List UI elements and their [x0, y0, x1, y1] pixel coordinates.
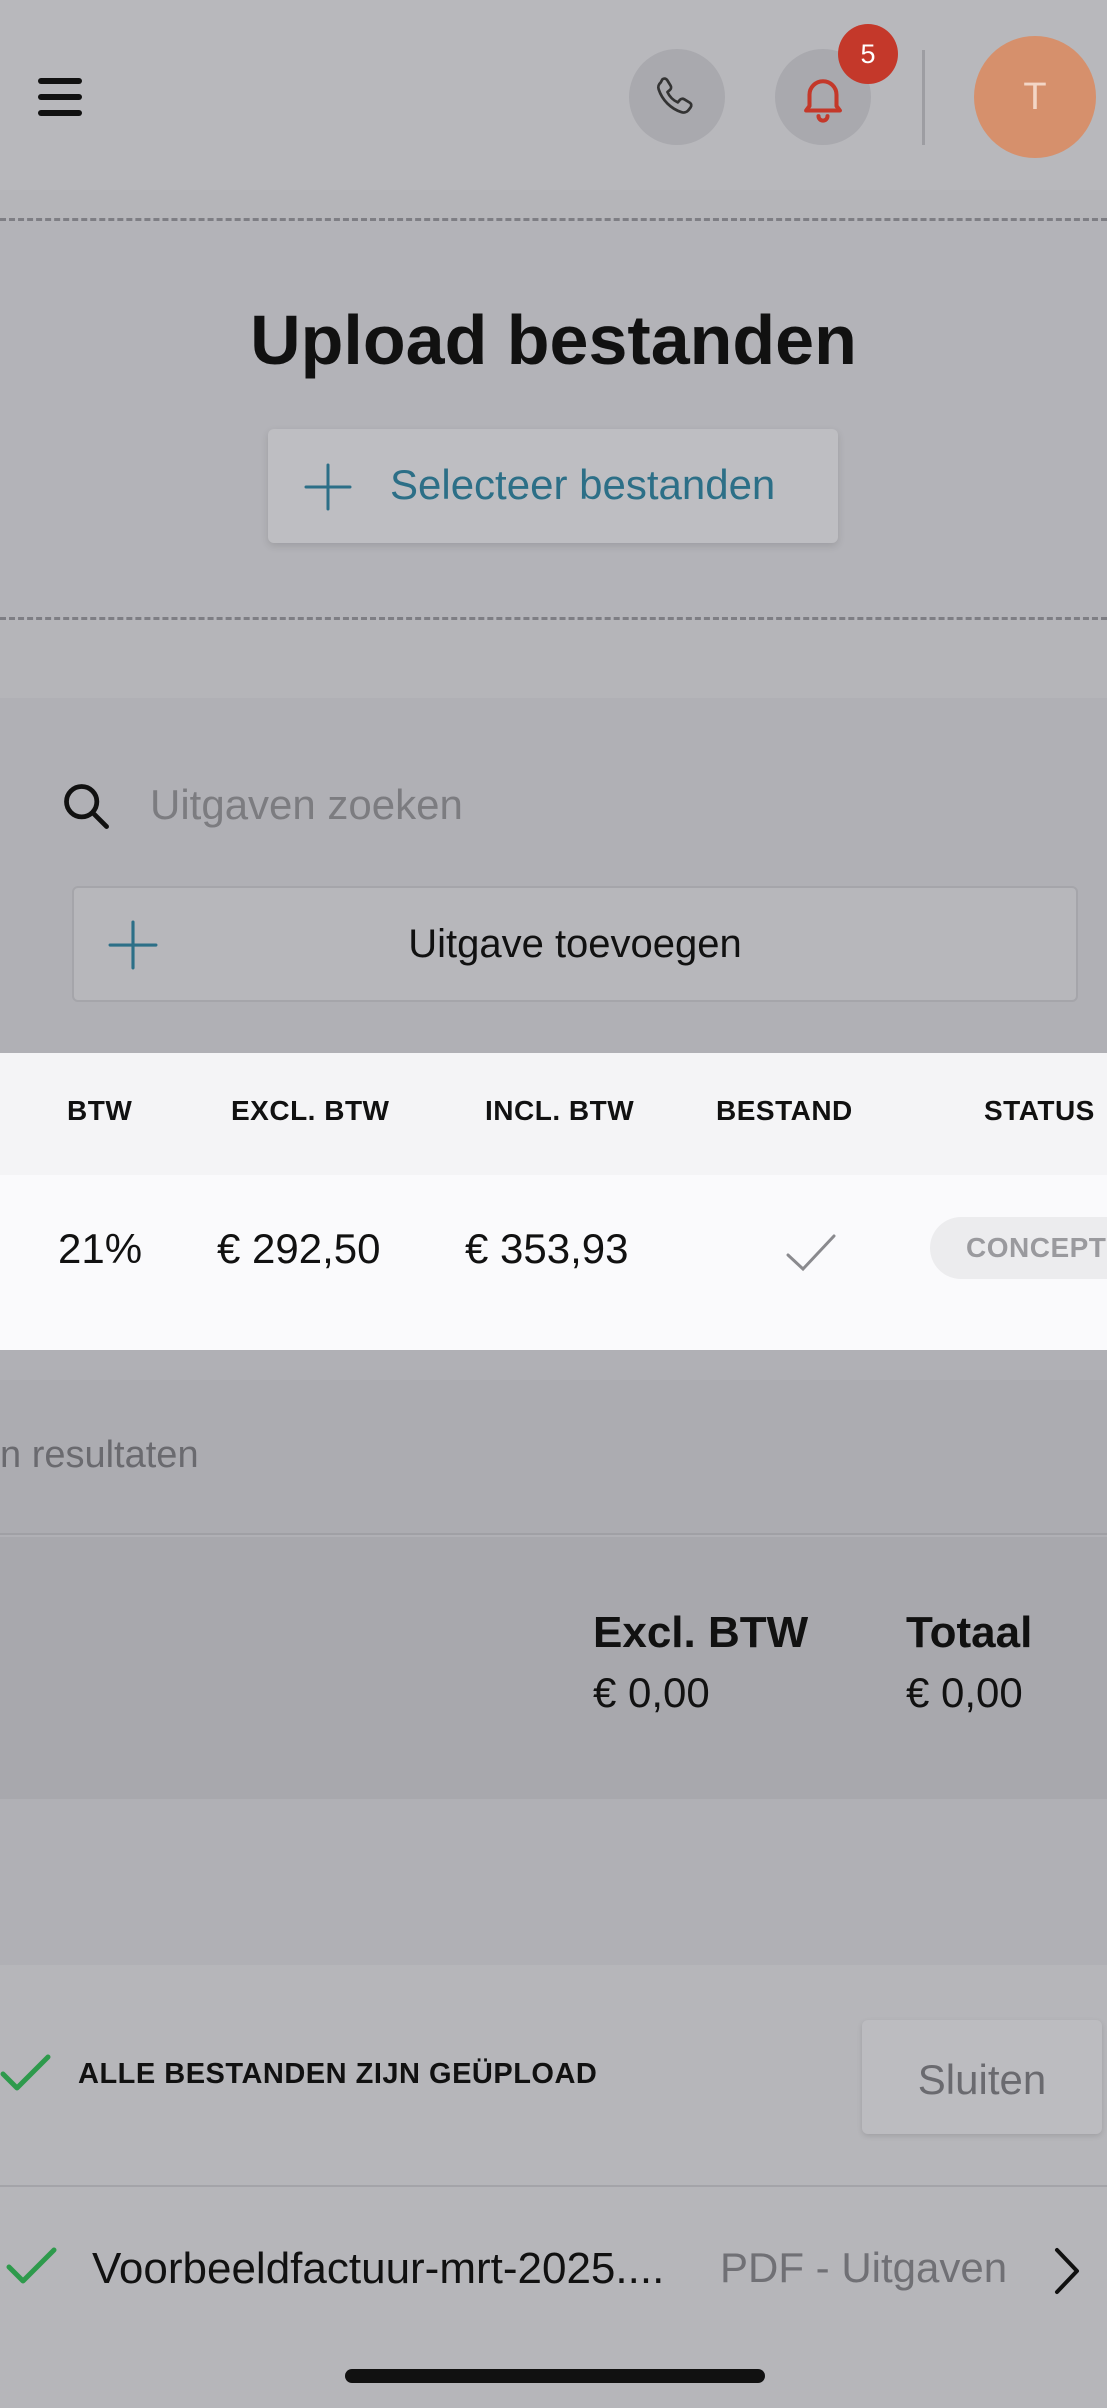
check-icon: [6, 2247, 57, 2284]
plus-icon: [304, 463, 352, 511]
close-button-label: Sluiten: [917, 2056, 1047, 2103]
search-input[interactable]: [148, 770, 1032, 840]
column-header-btw[interactable]: BTW: [67, 1095, 132, 1127]
add-expense-button[interactable]: Uitgave toevoegen: [72, 886, 1078, 1002]
home-indicator: [345, 2369, 765, 2383]
phone-button[interactable]: [629, 49, 725, 145]
excl-btw-total-label: Excl. BTW: [593, 1608, 809, 1657]
uploaded-file-item[interactable]: Voorbeeldfactuur-mrt-2025.... PDF - Uitg…: [0, 2188, 1107, 2358]
search-bar[interactable]: [60, 770, 1040, 840]
grand-total-label: Totaal: [906, 1608, 1033, 1657]
phone-icon: [656, 77, 693, 114]
check-icon: [0, 2054, 51, 2091]
select-files-button[interactable]: Selecteer bestanden: [268, 429, 838, 543]
status-badge: CONCEPT: [930, 1217, 1107, 1279]
hamburger-menu-icon[interactable]: [38, 78, 84, 116]
select-files-label: Selecteer bestanden: [390, 461, 776, 508]
upload-title: Upload bestanden: [250, 301, 857, 379]
cell-incl-btw: € 353,93: [465, 1225, 629, 1272]
search-icon: [64, 784, 109, 829]
column-header-excl-btw[interactable]: EXCL. BTW: [231, 1095, 390, 1127]
top-header: [0, 0, 1107, 190]
close-button[interactable]: Sluiten: [862, 2020, 1102, 2134]
notification-count-badge: 5: [838, 24, 898, 84]
grand-total-value: € 0,00: [906, 1669, 1023, 1716]
header-divider: [922, 50, 925, 145]
column-header-incl-btw[interactable]: INCL. BTW: [485, 1095, 634, 1127]
table-row[interactable]: 21% € 292,50 € 353,93 CONCEPT: [0, 1175, 1107, 1350]
column-header-status[interactable]: STATUS: [984, 1095, 1095, 1127]
all-uploaded-message: ALLE BESTANDEN ZIJN GEÜPLOAD: [78, 2058, 598, 2090]
user-avatar[interactable]: T: [974, 36, 1096, 158]
column-header-bestand[interactable]: BESTAND: [716, 1095, 853, 1127]
cell-btw: 21%: [58, 1225, 143, 1272]
file-type-category: PDF - Uitgaven: [720, 2244, 1008, 2291]
file-drop-zone[interactable]: [0, 218, 1107, 620]
file-name: Voorbeeldfactuur-mrt-2025....: [92, 2244, 665, 2293]
results-count-row: n resultaten: [0, 1380, 1107, 1535]
cell-excl-btw: € 292,50: [217, 1225, 381, 1272]
chevron-right-icon: [1055, 2248, 1079, 2294]
totals-summary: Excl. BTW € 0,00 Totaal € 0,00: [0, 1537, 1107, 1799]
bell-icon: [804, 79, 842, 123]
add-expense-label: Uitgave toevoegen: [408, 922, 742, 966]
results-count-text: n resultaten: [0, 1434, 199, 1476]
check-icon: [786, 1234, 836, 1272]
table-header-row: BTW EXCL. BTW INCL. BTW BESTAND STATUS: [0, 1053, 1107, 1175]
excl-btw-total-value: € 0,00: [593, 1669, 710, 1716]
